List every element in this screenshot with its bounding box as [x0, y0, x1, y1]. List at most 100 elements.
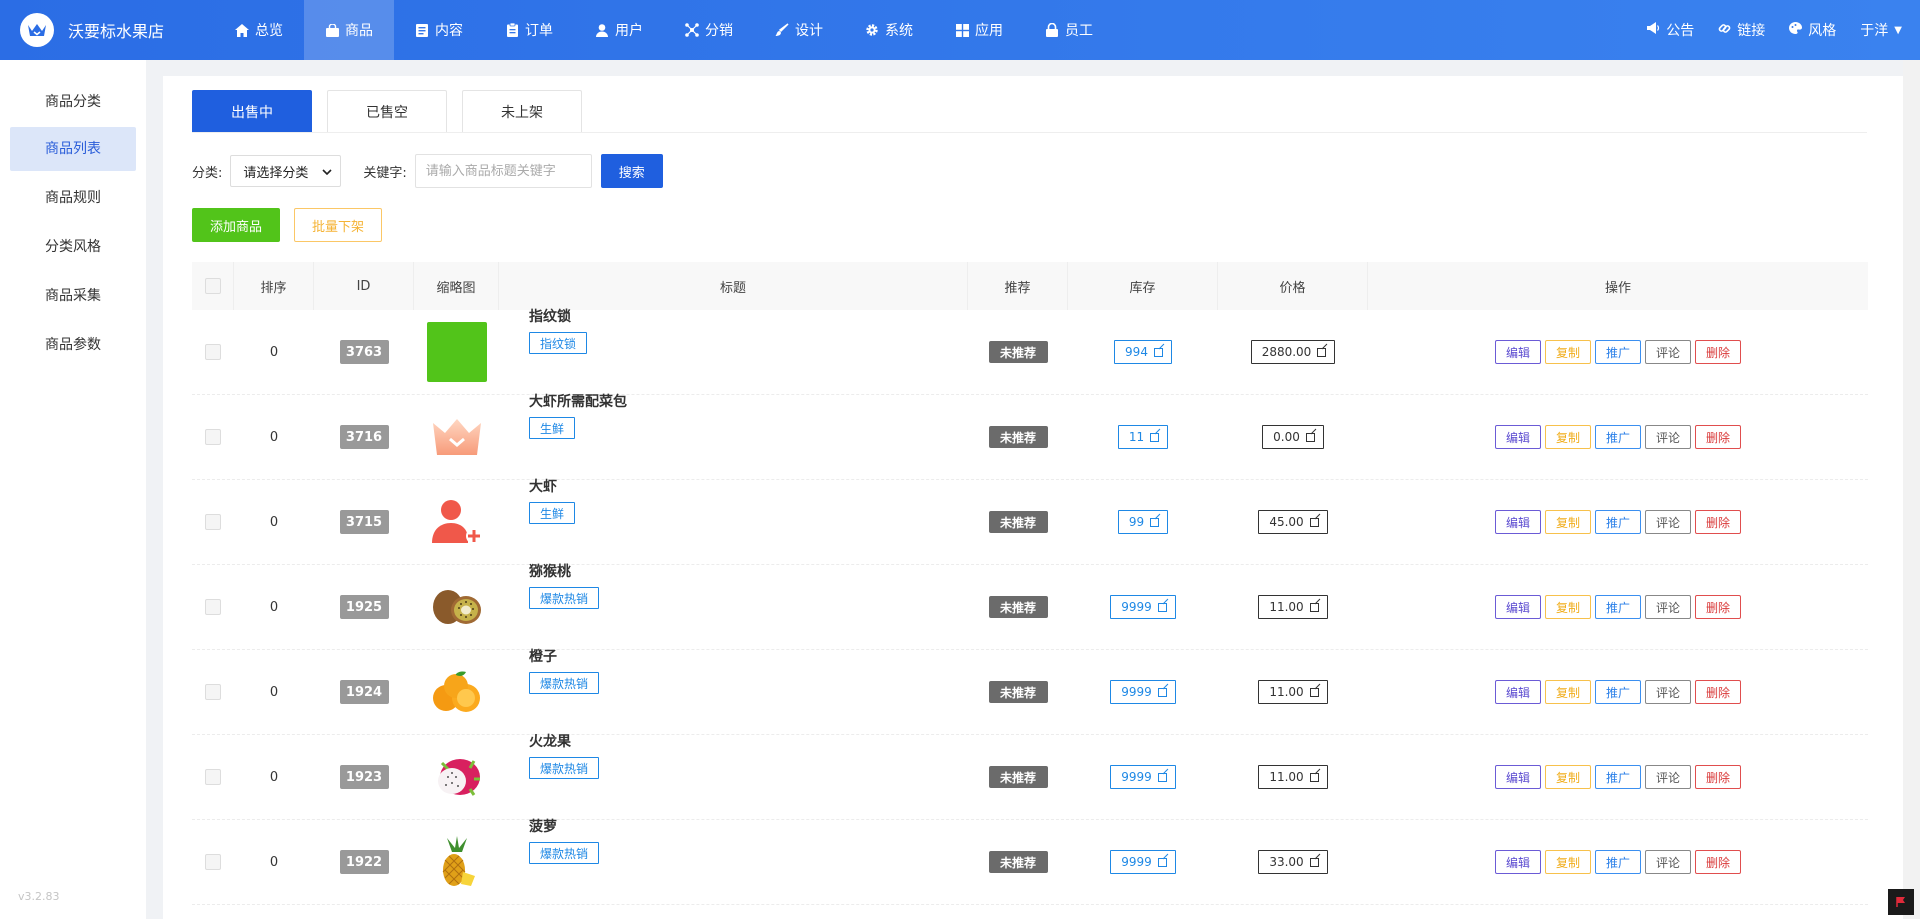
user-menu[interactable]: 于洋 ▼ [1860, 20, 1902, 40]
promote-button[interactable]: 推广 [1595, 595, 1641, 619]
edit-button[interactable]: 编辑 [1495, 850, 1541, 874]
goods-title[interactable]: 橙子 [529, 646, 557, 666]
price-editable[interactable]: 2880.00 [1250, 340, 1336, 364]
edit-button[interactable]: 编辑 [1495, 425, 1541, 449]
stock-editable[interactable]: 9999 [1110, 680, 1176, 704]
copy-button[interactable]: 复制 [1545, 765, 1591, 789]
sidebar-item-goods-collect[interactable]: 商品采集 [10, 274, 136, 318]
review-button[interactable]: 评论 [1645, 340, 1691, 364]
category-select[interactable]: 请选择分类 [230, 155, 342, 187]
link-menu[interactable]: 链接 [1718, 20, 1765, 40]
dragonfruit-image[interactable] [427, 747, 487, 807]
sidebar-item-goods-params[interactable]: 商品参数 [10, 323, 136, 367]
promote-button[interactable]: 推广 [1595, 765, 1641, 789]
copy-button[interactable]: 复制 [1545, 425, 1591, 449]
recommend-badge[interactable]: 未推荐 [988, 426, 1048, 448]
edit-button[interactable]: 编辑 [1495, 595, 1541, 619]
stock-editable[interactable]: 994 [1114, 340, 1172, 364]
copy-button[interactable]: 复制 [1545, 510, 1591, 534]
promote-button[interactable]: 推广 [1595, 340, 1641, 364]
recommend-badge[interactable]: 未推荐 [988, 511, 1048, 533]
nav-goods[interactable]: 商品 [304, 0, 394, 60]
nav-apps[interactable]: 应用 [934, 0, 1024, 60]
sidebar-item-goods-rules[interactable]: 商品规则 [10, 176, 136, 220]
goods-title[interactable]: 大虾所需配菜包 [529, 391, 627, 411]
promote-button[interactable]: 推广 [1595, 425, 1641, 449]
sidebar-item-goods-list[interactable]: 商品列表 [10, 127, 136, 171]
promote-button[interactable]: 推广 [1595, 850, 1641, 874]
row-checkbox[interactable] [205, 684, 221, 700]
tab-off-shelf[interactable]: 未上架 [462, 90, 582, 132]
brand[interactable]: 沃要标水果店 [20, 13, 164, 47]
copy-button[interactable]: 复制 [1545, 340, 1591, 364]
notice-link[interactable]: 公告 [1647, 20, 1694, 40]
stock-editable[interactable]: 11 [1117, 425, 1169, 449]
green-square-thumbnail[interactable] [426, 322, 487, 382]
nav-staff[interactable]: 员工 [1024, 0, 1114, 60]
row-checkbox[interactable] [205, 514, 221, 530]
copy-button[interactable]: 复制 [1545, 680, 1591, 704]
row-checkbox[interactable] [205, 344, 221, 360]
sidebar-item-category[interactable]: 商品分类 [10, 80, 136, 124]
edit-button[interactable]: 编辑 [1495, 510, 1541, 534]
recommend-badge[interactable]: 未推荐 [988, 341, 1048, 363]
tab-sold-out[interactable]: 已售空 [327, 90, 447, 132]
nav-content[interactable]: 内容 [394, 0, 484, 60]
promote-button[interactable]: 推广 [1595, 510, 1641, 534]
recommend-badge[interactable]: 未推荐 [988, 681, 1048, 703]
promote-button[interactable]: 推广 [1595, 680, 1641, 704]
nav-overview[interactable]: 总览 [214, 0, 304, 60]
price-editable[interactable]: 0.00 [1262, 425, 1324, 449]
nav-system[interactable]: 系统 [844, 0, 934, 60]
delete-button[interactable]: 删除 [1695, 595, 1741, 619]
stock-editable[interactable]: 9999 [1110, 595, 1176, 619]
row-checkbox[interactable] [205, 854, 221, 870]
price-editable[interactable]: 11.00 [1258, 595, 1328, 619]
price-editable[interactable]: 11.00 [1258, 765, 1328, 789]
recommend-badge[interactable]: 未推荐 [988, 766, 1048, 788]
vertical-scrollbar[interactable] [1903, 60, 1920, 919]
search-button[interactable]: 搜索 [600, 154, 663, 188]
select-all-checkbox[interactable] [204, 278, 221, 294]
delete-button[interactable]: 删除 [1695, 850, 1741, 874]
nav-design[interactable]: 设计 [754, 0, 844, 60]
nav-orders[interactable]: 订单 [484, 0, 574, 60]
style-menu[interactable]: 风格 [1789, 20, 1836, 40]
keyword-input[interactable] [414, 154, 592, 188]
copy-button[interactable]: 复制 [1545, 850, 1591, 874]
crown-icon[interactable] [427, 407, 487, 467]
stock-editable[interactable]: 9999 [1110, 765, 1176, 789]
nav-users[interactable]: 用户 [574, 0, 664, 60]
batch-offshelf-button[interactable]: 批量下架 [294, 208, 382, 242]
row-checkbox[interactable] [205, 769, 221, 785]
kiwi-image[interactable] [427, 577, 487, 637]
delete-button[interactable]: 删除 [1695, 425, 1741, 449]
stock-editable[interactable]: 99 [1117, 510, 1169, 534]
copy-button[interactable]: 复制 [1545, 595, 1591, 619]
review-button[interactable]: 评论 [1645, 850, 1691, 874]
tab-on-sale[interactable]: 出售中 [192, 90, 312, 132]
goods-title[interactable]: 大虾 [529, 476, 557, 496]
orange-image[interactable] [427, 662, 487, 722]
nav-distribution[interactable]: 分销 [664, 0, 754, 60]
recommend-badge[interactable]: 未推荐 [988, 851, 1048, 873]
add-goods-button[interactable]: 添加商品 [192, 208, 280, 242]
goods-title[interactable]: 菠萝 [529, 816, 557, 836]
price-editable[interactable]: 45.00 [1258, 510, 1328, 534]
price-editable[interactable]: 33.00 [1258, 850, 1328, 874]
recommend-badge[interactable]: 未推荐 [988, 596, 1048, 618]
price-editable[interactable]: 11.00 [1258, 680, 1328, 704]
goods-title[interactable]: 指纹锁 [529, 306, 571, 326]
goods-title[interactable]: 火龙果 [529, 731, 571, 751]
add-user-icon[interactable] [427, 492, 487, 552]
delete-button[interactable]: 删除 [1695, 340, 1741, 364]
review-button[interactable]: 评论 [1645, 510, 1691, 534]
goods-title[interactable]: 猕猴桃 [529, 561, 571, 581]
delete-button[interactable]: 删除 [1695, 510, 1741, 534]
pineapple-image[interactable] [427, 832, 487, 892]
sidebar-item-category-style[interactable]: 分类风格 [10, 225, 136, 269]
row-checkbox[interactable] [205, 429, 221, 445]
edit-button[interactable]: 编辑 [1495, 765, 1541, 789]
edit-button[interactable]: 编辑 [1495, 680, 1541, 704]
flag-icon[interactable] [1888, 889, 1914, 915]
